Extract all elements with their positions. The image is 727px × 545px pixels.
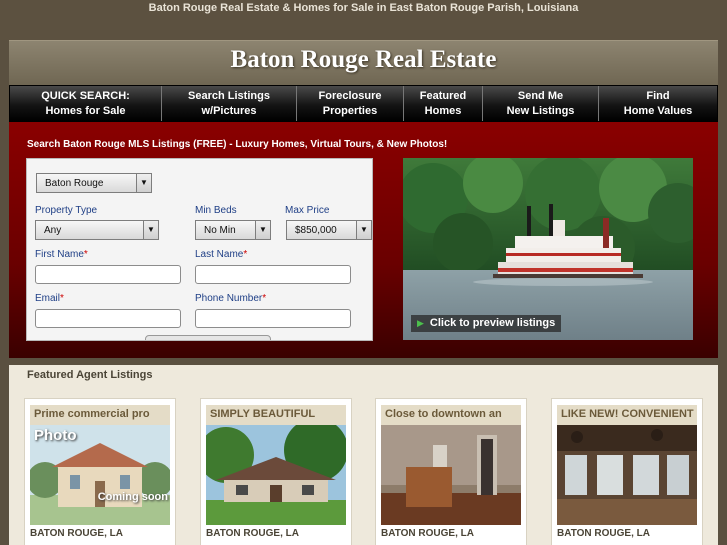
nav-label-line1: QUICK SEARCH:: [41, 89, 130, 102]
main-nav: QUICK SEARCH: Homes for Sale Search List…: [9, 85, 718, 122]
last-name-label: Last Name*: [195, 249, 247, 260]
listing-title[interactable]: Prime commercial pro: [30, 405, 170, 425]
site-header: Baton Rouge Real Estate: [9, 40, 718, 86]
preview-listings-label: Click to preview listings: [429, 317, 556, 329]
listing-title[interactable]: SIMPLY BEAUTIFUL: [206, 405, 346, 425]
email-label-text: Email: [35, 293, 61, 304]
nav-label-line2: Home Values: [623, 104, 693, 117]
featured-title: Featured Agent Listings: [27, 369, 153, 381]
required-mark: *: [60, 293, 64, 304]
phone-field[interactable]: [195, 309, 351, 328]
nav-label-line1: Search Listings: [188, 89, 270, 102]
first-name-label: First Name*: [35, 249, 88, 260]
listing-card[interactable]: Prime commercial pro Photo Coming soon B…: [24, 398, 176, 545]
riverboat-image: [403, 158, 693, 340]
chevron-down-icon: ▼: [356, 221, 371, 239]
property-type-select[interactable]: Any ▼: [35, 220, 159, 240]
nav-label-line2: w/Pictures: [201, 104, 257, 117]
listing-photo[interactable]: Photo Coming soon: [30, 425, 170, 525]
listing-photo[interactable]: [381, 425, 521, 525]
listing-title[interactable]: Close to downtown an: [381, 405, 521, 425]
listing-photo[interactable]: [557, 425, 697, 525]
chevron-down-icon: ▼: [143, 221, 158, 239]
nav-label-line1: Featured: [419, 89, 467, 102]
preview-listings-link[interactable]: ▶ Click to preview listings: [411, 315, 562, 332]
nav-foreclosures[interactable]: Foreclosure Properties: [297, 86, 404, 121]
email-label: Email*: [35, 293, 64, 304]
listing-card[interactable]: LIKE NEW! CONVENIENT BATON ROUGE, LA: [551, 398, 703, 545]
search-heading: Search Baton Rouge MLS Listings (FREE) -…: [27, 139, 448, 150]
nav-new-listings[interactable]: Send Me New Listings: [483, 86, 599, 121]
top-tagline-bar: Baton Rouge Real Estate & Homes for Sale…: [0, 0, 727, 40]
coming-soon-text: Coming soon: [97, 491, 168, 503]
listing-city: BATON ROUGE, LA: [30, 528, 123, 539]
featured-listings: Featured Agent Listings Prime commercial…: [9, 365, 718, 545]
first-name-field[interactable]: [35, 265, 181, 284]
nav-label-line1: Send Me: [517, 89, 564, 102]
city-select[interactable]: Baton Rouge ▼: [36, 173, 152, 193]
interior-kitchen-image: [381, 425, 521, 525]
min-beds-label: Min Beds: [195, 205, 237, 216]
chevron-down-icon: ▼: [255, 221, 270, 239]
site-title[interactable]: Baton Rouge Real Estate: [9, 46, 718, 74]
riverboat-photo[interactable]: [403, 158, 693, 340]
max-price-select[interactable]: $850,000 ▼: [286, 220, 372, 240]
first-name-label-text: First Name: [35, 249, 84, 260]
nav-label-line2: Properties: [322, 104, 378, 117]
listing-city: BATON ROUGE, LA: [557, 528, 650, 539]
nav-label-line2: Homes: [424, 104, 462, 117]
search-form: Baton Rouge ▼ Property Type Min Beds Max…: [26, 158, 373, 341]
nav-home-values[interactable]: Find Home Values: [599, 86, 717, 121]
listing-title[interactable]: LIKE NEW! CONVENIENT: [557, 405, 697, 425]
photo-overlay-text: Photo: [34, 427, 77, 444]
required-mark: *: [83, 249, 88, 260]
max-price-label: Max Price: [285, 205, 330, 216]
listing-card[interactable]: Close to downtown an BATON ROUGE, LA: [375, 398, 527, 545]
nav-label-line1: Foreclosure: [318, 89, 382, 102]
nav-label-line1: Find: [646, 89, 670, 102]
search-submit-button[interactable]: [145, 335, 271, 340]
nav-featured-homes[interactable]: Featured Homes: [404, 86, 483, 121]
required-mark: *: [243, 249, 248, 260]
min-beds-select[interactable]: No Min ▼: [195, 220, 271, 240]
listing-city: BATON ROUGE, LA: [381, 528, 474, 539]
phone-label: Phone Number*: [195, 293, 266, 304]
play-icon: ▶: [417, 318, 424, 328]
city-select-value: Baton Rouge: [45, 178, 104, 189]
listing-city: BATON ROUGE, LA: [206, 528, 299, 539]
max-price-value: $850,000: [295, 225, 337, 236]
listing-photo[interactable]: [206, 425, 346, 525]
required-mark: *: [262, 293, 267, 304]
search-hero: Search Baton Rouge MLS Listings (FREE) -…: [9, 122, 718, 358]
top-tagline: Baton Rouge Real Estate & Homes for Sale…: [148, 2, 579, 14]
email-field[interactable]: [35, 309, 181, 328]
property-type-value: Any: [44, 225, 62, 236]
living-room-image: [557, 425, 697, 525]
nav-quick-search[interactable]: QUICK SEARCH: Homes for Sale: [10, 86, 162, 121]
nav-label-line2: New Listings: [506, 104, 575, 117]
listing-card[interactable]: SIMPLY BEAUTIFUL BATON ROUGE, LA: [200, 398, 352, 545]
last-name-label-text: Last Name: [195, 249, 244, 260]
nav-label-line2: Homes for Sale: [45, 104, 126, 117]
last-name-field[interactable]: [195, 265, 351, 284]
nav-search-listings[interactable]: Search Listings w/Pictures: [162, 86, 297, 121]
ranch-house-image: [206, 425, 346, 525]
chevron-down-icon: ▼: [136, 174, 151, 192]
min-beds-value: No Min: [204, 225, 236, 236]
phone-label-text: Phone Number: [195, 293, 263, 304]
property-type-label: Property Type: [35, 205, 98, 216]
